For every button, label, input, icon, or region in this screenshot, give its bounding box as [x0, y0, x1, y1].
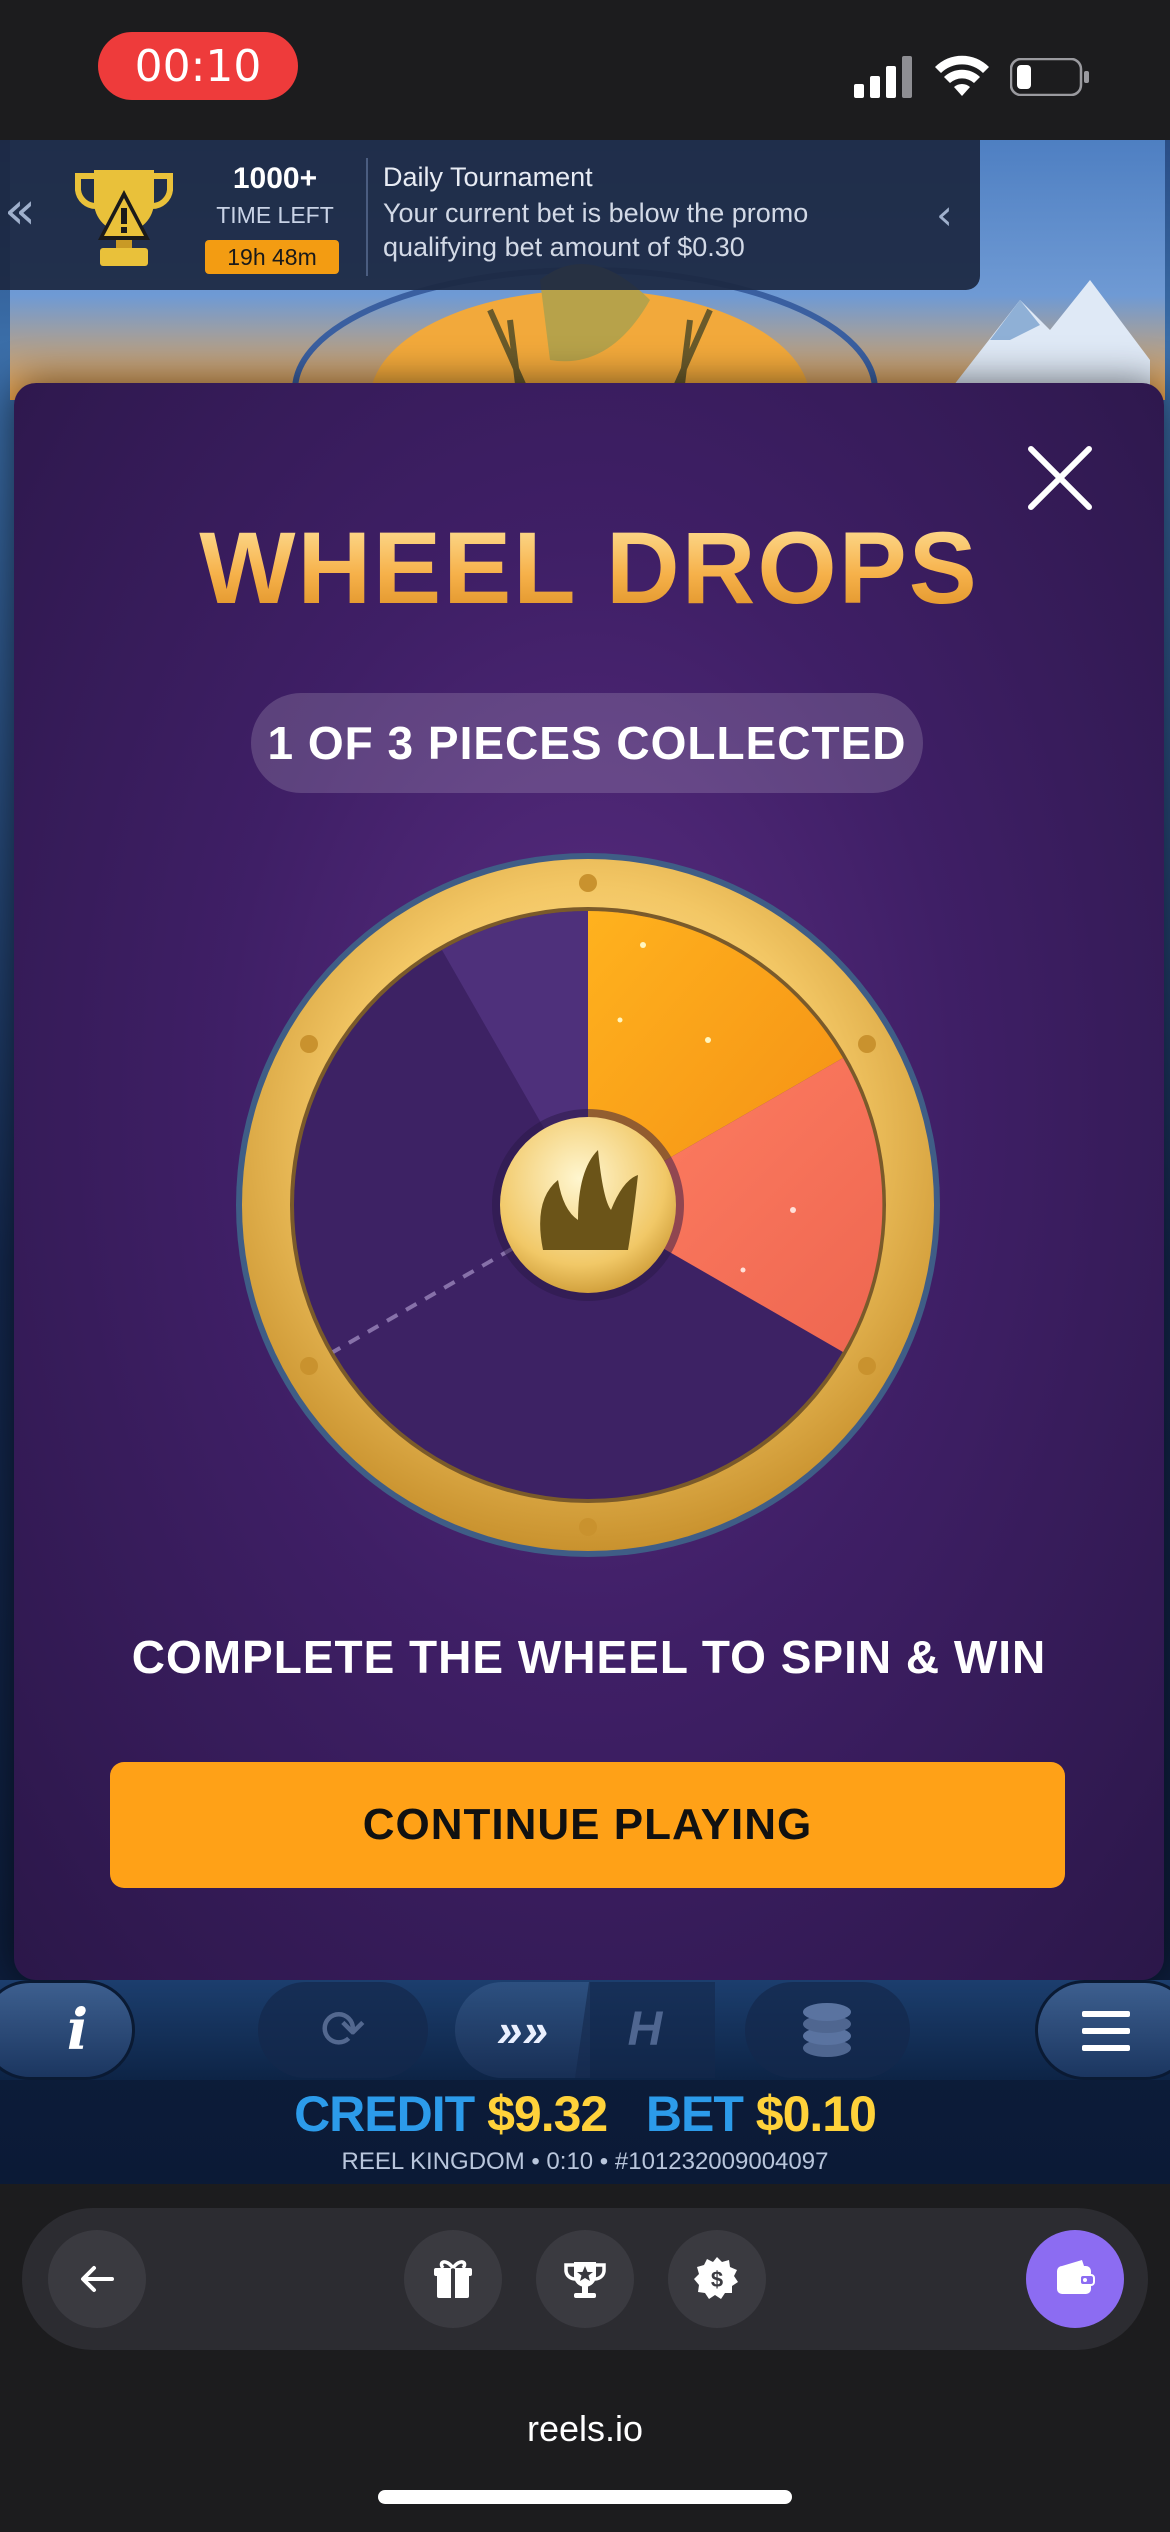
close-icon[interactable] [1025, 443, 1095, 513]
svg-text:$: $ [711, 2267, 723, 2292]
credit-value: $9.32 [487, 2086, 608, 2142]
hyper-spin-button[interactable]: H [575, 1982, 715, 2078]
cashier-button[interactable]: $ [668, 2230, 766, 2328]
back-button[interactable] [48, 2230, 146, 2328]
dollar-gear-icon: $ [694, 2257, 738, 2299]
double-chevron-left-icon[interactable]: « [4, 185, 44, 237]
credit-bet-readout: CREDIT $9.32 BET $0.10 [0, 2085, 1170, 2143]
cellular-signal-icon [854, 56, 912, 98]
turbo-spin-button[interactable]: »» [455, 1982, 590, 2078]
continue-playing-button[interactable]: CONTINUE PLAYING [110, 1762, 1065, 1888]
modal-title: WHEEL DROPS [14, 510, 1164, 627]
back-arrow-icon [81, 2266, 114, 2292]
chevron-left-icon[interactable]: ‹ [936, 190, 972, 240]
mountain-illustration [950, 280, 1150, 390]
tournament-title: Daily Tournament [383, 162, 593, 192]
wallet-button[interactable] [1026, 2230, 1124, 2328]
wheel-caption: COMPLETE THE WHEEL TO SPIN & WIN [131, 1631, 1047, 1683]
tournaments-button[interactable] [536, 2230, 634, 2328]
hamburger-menu-icon[interactable] [1035, 1980, 1170, 2080]
home-indicator[interactable] [378, 2490, 792, 2504]
time-left-badge: 19h 48m [205, 240, 339, 274]
trophy-warning-icon [75, 170, 173, 266]
battery-icon [1010, 58, 1089, 96]
bet-value: $0.10 [755, 2086, 877, 2142]
autoplay-icon[interactable]: ⟳ [258, 1982, 428, 2078]
gift-icon [434, 2260, 472, 2298]
pieces-progress-badge: 1 OF 3 PIECES COLLECTED [251, 693, 923, 793]
banner-divider [366, 158, 368, 276]
tournament-rank: 1000+ [232, 162, 318, 195]
tournament-banner[interactable]: « 1000+ TIME LEFT 19h 48m Daily Tourname… [0, 140, 980, 290]
credit-label: CREDIT [294, 2086, 475, 2142]
coins-bet-icon[interactable] [745, 1982, 910, 2078]
tournament-message: Your current bet is below the promo qual… [383, 198, 809, 262]
info-button[interactable]: i [0, 1980, 135, 2080]
gifts-button[interactable] [404, 2230, 502, 2328]
prize-wheel [236, 853, 940, 1557]
bet-label: BET [645, 2086, 744, 2142]
trophy-icon [564, 2262, 606, 2298]
status-bar: 00:10 [0, 0, 1170, 140]
screen-recording-indicator[interactable]: 00:10 [98, 32, 298, 100]
screen: 00:10 « 1000+ TIME LEFT 19h 48m Daily To… [0, 0, 1170, 2532]
browser-url[interactable]: reels.io [0, 2408, 1170, 2450]
wifi-icon [935, 55, 989, 96]
time-left-label: TIME LEFT [216, 202, 334, 228]
game-session-meta: REEL KINGDOM • 0:10 • #101232009004097 [341, 2148, 829, 2175]
wallet-icon [1057, 2260, 1095, 2294]
